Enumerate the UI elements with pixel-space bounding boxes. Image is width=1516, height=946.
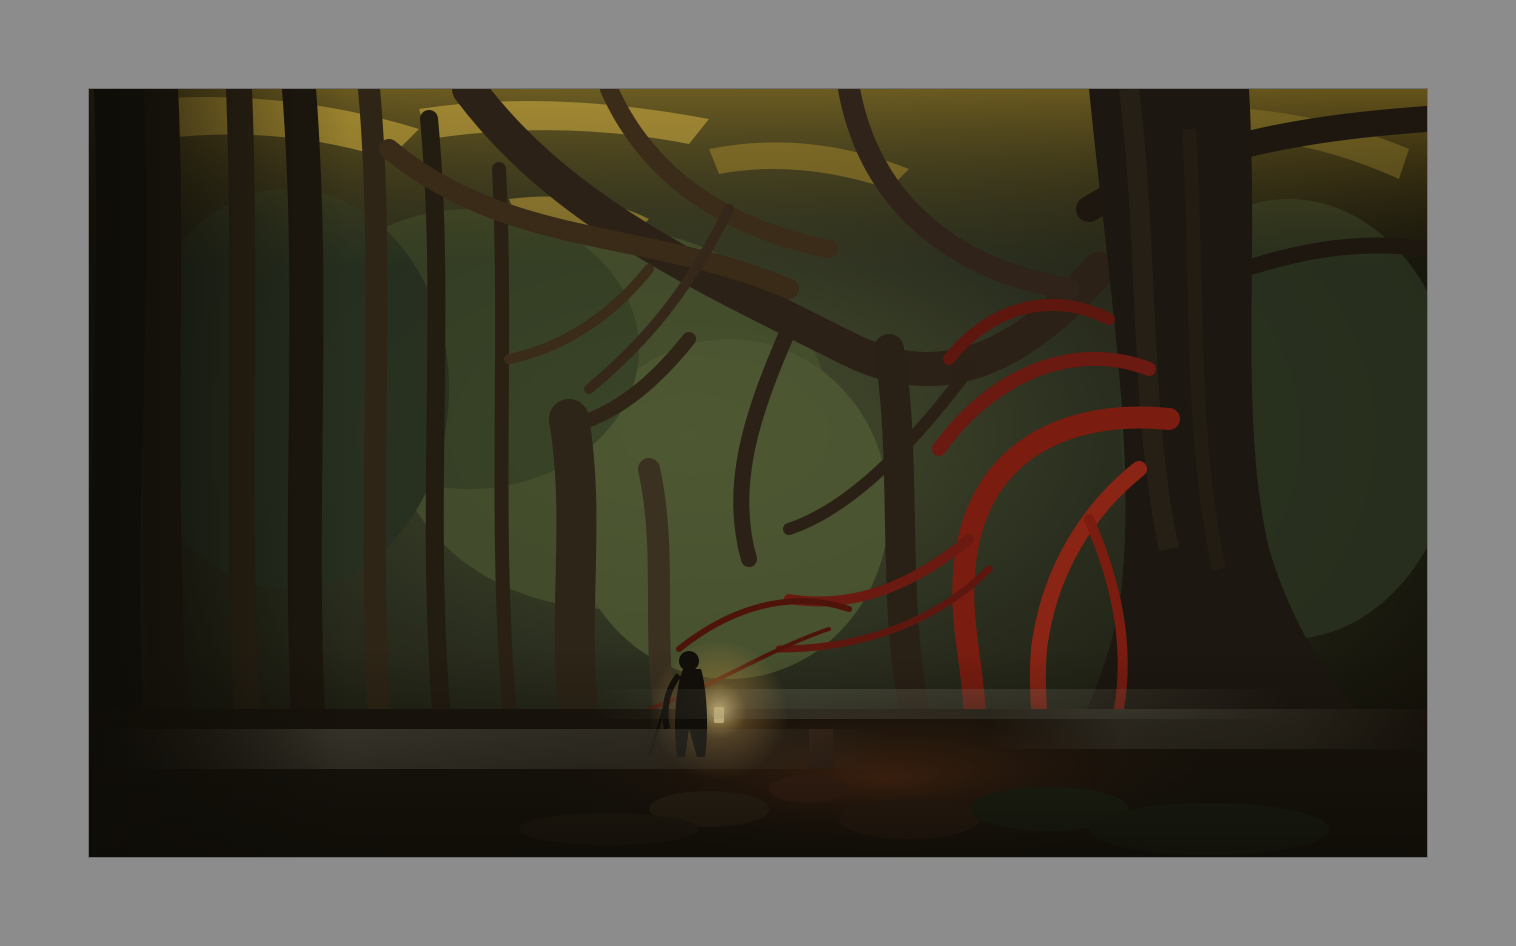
picture-frame bbox=[0, 0, 1516, 946]
forest-painting bbox=[89, 89, 1427, 857]
vignette-bottom bbox=[89, 649, 1427, 857]
forest-scene bbox=[89, 89, 1427, 857]
